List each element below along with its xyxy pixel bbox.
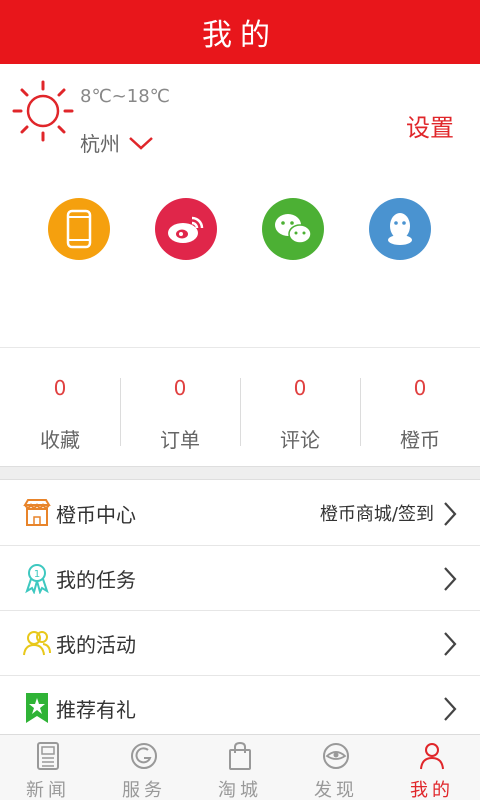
svg-text:1: 1 bbox=[34, 569, 40, 580]
qq-login-button[interactable] bbox=[369, 198, 431, 260]
qq-icon bbox=[388, 213, 412, 245]
menu-item-label: 推荐有礼 bbox=[56, 697, 136, 722]
user-stats: 0 收藏 0 订单 0 评论 0 橙币 bbox=[0, 350, 480, 460]
weather-panel: 8℃~18℃ 杭州 设置 bbox=[0, 64, 480, 174]
menu-list: 橙币中心 橙币商城/签到 1 我的任务 我的活动 推荐有礼 bbox=[0, 481, 480, 741]
tab-service[interactable]: 服务 bbox=[96, 735, 192, 800]
stat-orders[interactable]: 0 订单 bbox=[120, 350, 240, 460]
newspaper-icon bbox=[37, 742, 59, 770]
section-gap bbox=[0, 466, 480, 480]
tab-shop[interactable]: 淘城 bbox=[192, 735, 288, 800]
stat-comments[interactable]: 0 评论 bbox=[240, 350, 360, 460]
bookmark-star-icon bbox=[26, 693, 48, 723]
wechat-login-button[interactable] bbox=[262, 198, 324, 260]
menu-item-label: 橙币中心 bbox=[56, 502, 136, 527]
stat-label: 收藏 bbox=[40, 428, 80, 452]
tab-news[interactable]: 新闻 bbox=[0, 735, 96, 800]
service-icon bbox=[131, 743, 157, 769]
menu-item-label: 我的活动 bbox=[56, 632, 136, 657]
eye-icon bbox=[323, 743, 349, 769]
phone-icon bbox=[66, 209, 92, 249]
menu-item-coin-center[interactable]: 橙币中心 橙币商城/签到 bbox=[0, 481, 480, 546]
shopping-bag-icon bbox=[229, 741, 251, 770]
weibo-login-button[interactable] bbox=[155, 198, 217, 260]
stat-value: 0 bbox=[173, 376, 187, 400]
stat-value: 0 bbox=[53, 376, 67, 400]
menu-item-my-tasks[interactable]: 1 我的任务 bbox=[0, 546, 480, 611]
top-bar: 我的 bbox=[0, 0, 480, 64]
medal-icon: 1 bbox=[25, 564, 49, 594]
city-name: 杭州 bbox=[80, 132, 120, 156]
menu-item-referral[interactable]: 推荐有礼 bbox=[0, 676, 480, 741]
chevron-down-icon bbox=[129, 136, 153, 150]
tab-label: 服务 bbox=[122, 780, 166, 800]
person-icon bbox=[420, 743, 444, 770]
people-icon bbox=[23, 631, 51, 656]
settings-button[interactable]: 设置 bbox=[406, 108, 454, 143]
tab-label: 新闻 bbox=[26, 780, 70, 800]
tab-label: 我的 bbox=[410, 780, 454, 800]
social-login-row bbox=[0, 198, 480, 262]
stat-label: 订单 bbox=[160, 428, 200, 452]
chevron-right-icon bbox=[444, 567, 457, 591]
tab-mine[interactable]: 我的 bbox=[384, 735, 480, 800]
city-selector[interactable]: 杭州 bbox=[80, 128, 154, 157]
menu-item-hint: 橙币商城/签到 bbox=[319, 504, 434, 525]
stat-label: 橙币 bbox=[400, 428, 440, 452]
stat-value: 0 bbox=[413, 376, 427, 400]
wechat-icon bbox=[275, 214, 312, 244]
phone-login-button[interactable] bbox=[48, 198, 110, 260]
bottom-tab-bar: 新闻 服务 淘城 发现 我的 bbox=[0, 734, 480, 800]
weibo-icon bbox=[168, 216, 204, 243]
stat-label: 评论 bbox=[280, 428, 320, 452]
tab-label: 淘城 bbox=[218, 780, 262, 800]
tab-discover[interactable]: 发现 bbox=[288, 735, 384, 800]
tab-label: 发现 bbox=[314, 780, 358, 800]
stat-value: 0 bbox=[293, 376, 307, 400]
chevron-right-icon bbox=[444, 632, 457, 656]
stat-favorites[interactable]: 0 收藏 bbox=[0, 350, 120, 460]
menu-item-label: 我的任务 bbox=[56, 567, 136, 592]
temperature-range: 8℃~18℃ bbox=[80, 86, 170, 107]
shop-icon bbox=[23, 499, 51, 526]
section-divider bbox=[0, 347, 480, 348]
menu-item-my-activities[interactable]: 我的活动 bbox=[0, 611, 480, 676]
stat-coins[interactable]: 0 橙币 bbox=[360, 350, 480, 460]
chevron-right-icon bbox=[444, 697, 457, 721]
chevron-right-icon bbox=[444, 502, 457, 526]
sun-icon bbox=[12, 80, 74, 142]
page-title: 我的 bbox=[202, 18, 278, 53]
